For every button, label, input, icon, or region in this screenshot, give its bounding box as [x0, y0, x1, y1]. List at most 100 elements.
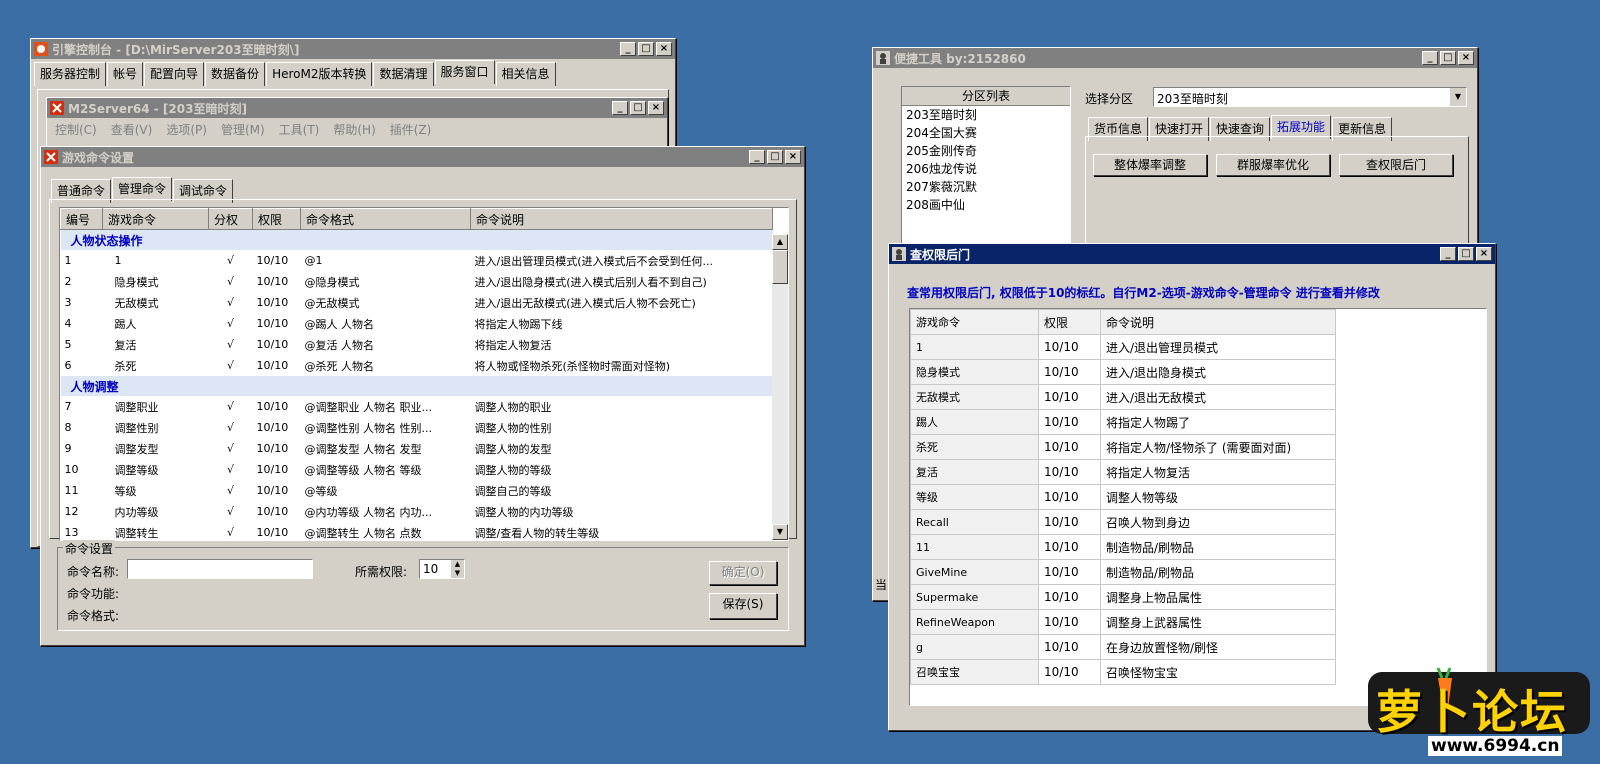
tab-admin-commands[interactable]: 管理命令 — [112, 177, 173, 201]
list-item[interactable]: 208画中仙 — [902, 196, 1070, 214]
table-row[interactable]: 杀死 10/10 将指定人物/怪物杀了 (需要面对面) — [910, 434, 1336, 460]
minimize-icon[interactable]: _ — [612, 101, 628, 115]
command-column-header[interactable]: 命令说明 — [470, 208, 773, 230]
maximize-icon[interactable]: □ — [767, 150, 783, 164]
engine-tab-6[interactable]: 服务窗口 — [434, 60, 495, 84]
engine-tab-0[interactable]: 服务器控制 — [34, 62, 107, 86]
table-row[interactable]: 1 1 √ 10/10 @1 进入/退出管理员模式(进入模式后不会受到任何... — [61, 250, 773, 271]
close-icon[interactable]: × — [656, 42, 672, 56]
table-row[interactable]: 踢人 10/10 将指定人物踢了 — [910, 409, 1336, 435]
maximize-icon[interactable]: □ — [630, 101, 646, 115]
command-cell: 1 — [114, 254, 122, 267]
command-column-header[interactable]: 命令格式 — [300, 208, 471, 230]
minimize-icon[interactable]: _ — [620, 42, 636, 56]
list-item[interactable]: 207紫薇沉默 — [902, 178, 1070, 196]
scroll-thumb[interactable] — [772, 250, 788, 284]
spin-arrows-icon[interactable]: ▲ ▼ — [451, 560, 464, 578]
table-row[interactable]: 13 调整转生 √ 10/10 @调整转生 人物名 点数 调整/查看人物的转生等级 — [61, 522, 773, 540]
list-item[interactable]: 204全国大赛 — [902, 124, 1070, 142]
m2-menu-item-4[interactable]: 工具(T) — [279, 123, 320, 137]
table-row[interactable]: 隐身模式 10/10 进入/退出隐身模式 — [910, 359, 1336, 385]
overall-drop-rate-button[interactable]: 整体爆率调整 — [1093, 154, 1207, 176]
engine-tab-3[interactable]: 数据备份 — [205, 62, 266, 86]
perm-column-header: 命令说明 — [1100, 309, 1336, 335]
close-icon[interactable]: × — [648, 101, 664, 115]
table-row[interactable]: 2 隐身模式 √ 10/10 @隐身模式 进入/退出隐身模式(进入模式后别人看不到自己) — [61, 271, 773, 292]
partition-select[interactable]: 203至暗时刻 ▼ — [1153, 87, 1467, 107]
perm-grid: 游戏命令 权限 命令说明 1 10/10 进入/退出管理员模式 隐身模式 10/10 进入/退出… — [909, 308, 1487, 706]
engine-tab-7[interactable]: 相关信息 — [495, 62, 556, 86]
command-column-header[interactable]: 编号 — [60, 208, 103, 230]
m2-menu-item-1[interactable]: 查看(V) — [111, 123, 153, 137]
table-row[interactable]: 4 踢人 √ 10/10 @踢人 人物名 将指定人物踢下线 — [61, 313, 773, 334]
table-row[interactable]: 等级 10/10 调整人物等级 — [910, 484, 1336, 510]
check-perm-backdoor-button[interactable]: 查权限后门 — [1339, 154, 1453, 176]
list-item[interactable]: 203至暗时刻 — [902, 106, 1070, 124]
scroll-up-icon[interactable]: ▲ — [772, 234, 788, 250]
table-row[interactable]: RefineWeapon 10/10 调整身上武器属性 — [910, 609, 1336, 635]
maximize-icon[interactable]: □ — [638, 42, 654, 56]
table-row[interactable]: Supermake 10/10 调整身上物品属性 — [910, 584, 1336, 610]
m2server-titlebar[interactable]: M2Server64 - [203至暗时刻] _ □ × — [47, 98, 667, 118]
m2-menu-item-2[interactable]: 选项(P) — [166, 123, 207, 137]
table-row[interactable]: 1 10/10 进入/退出管理员模式 — [910, 334, 1336, 360]
confirm-button[interactable]: 确定(O) — [709, 561, 777, 585]
engine-tab-5[interactable]: 数据清理 — [373, 62, 434, 86]
table-row[interactable]: 召唤宝宝 10/10 召唤怪物宝宝 — [910, 659, 1336, 685]
table-row[interactable]: 9 调整发型 √ 10/10 @调整发型 人物名 发型 调整人物的发型 — [61, 438, 773, 459]
m2-menu-item-3[interactable]: 管理(M) — [221, 123, 265, 137]
command-column-header[interactable]: 游戏命令 — [102, 208, 209, 230]
m2-menu-item-5[interactable]: 帮助(H) — [333, 123, 375, 137]
table-row[interactable]: g 10/10 在身边放置怪物/刷怪 — [910, 634, 1336, 660]
table-row[interactable]: 复活 10/10 将指定人物复活 — [910, 459, 1336, 485]
save-button[interactable]: 保存(S) — [709, 593, 777, 619]
command-list-scrollbar[interactable]: ▲ ▼ — [772, 234, 788, 540]
perm-spinner[interactable]: 10 ▲ ▼ — [419, 559, 465, 579]
scroll-down-icon[interactable]: ▼ — [772, 524, 788, 540]
maximize-icon[interactable]: □ — [1458, 247, 1474, 261]
maximize-icon[interactable]: □ — [1440, 51, 1456, 65]
close-icon[interactable]: × — [1458, 51, 1474, 65]
table-row[interactable]: 10 调整等级 √ 10/10 @调整等级 人物名 等级 调整人物的等级 — [61, 459, 773, 480]
command-cell: 10/10 — [256, 421, 289, 434]
command-cell: @复活 人物名 — [304, 338, 375, 352]
table-row[interactable]: 6 杀死 √ 10/10 @杀死 人物名 将人物或怪物杀死(杀怪物时需面对怪物) — [61, 355, 773, 376]
engine-tab-2[interactable]: 配置向导 — [144, 62, 205, 86]
table-row[interactable]: 5 复活 √ 10/10 @复活 人物名 将指定人物复活 — [61, 334, 773, 355]
list-item[interactable]: 205金刚传奇 — [902, 142, 1070, 160]
table-row[interactable]: 11 10/10 制造物品/刷物品 — [910, 534, 1336, 560]
engine-tab-1[interactable]: 帐号 — [107, 62, 144, 86]
perm-cell: 将指定人物踢了 — [1100, 409, 1336, 435]
table-row[interactable]: 12 内功等级 √ 10/10 @内功等级 人物名 内功... 调整人物的内功等级 — [61, 501, 773, 522]
m2-menu-item-0[interactable]: 控制(C) — [55, 123, 97, 137]
command-column-header[interactable]: 分权 — [208, 208, 253, 230]
m2-menu-item-6[interactable]: 插件(Z) — [390, 123, 432, 137]
game-command-titlebar[interactable]: 游戏命令设置 _ □ × — [41, 147, 804, 167]
perm-cell: 进入/退出无敌模式 — [1100, 384, 1336, 410]
table-row[interactable]: 7 调整职业 √ 10/10 @调整职业 人物名 职业... 调整人物的职业 — [61, 396, 773, 417]
table-row[interactable]: GiveMine 10/10 制造物品/刷物品 — [910, 559, 1336, 585]
cmd-name-input[interactable] — [127, 559, 313, 579]
minimize-icon[interactable]: _ — [749, 150, 765, 164]
chevron-down-icon[interactable]: ▼ — [1450, 88, 1466, 106]
minimize-icon[interactable]: _ — [1422, 51, 1438, 65]
table-row[interactable]: 无敌模式 10/10 进入/退出无敌模式 — [910, 384, 1336, 410]
table-row[interactable]: 11 等级 √ 10/10 @等级 调整自己的等级 — [61, 480, 773, 501]
close-icon[interactable]: × — [785, 150, 801, 164]
command-column-header[interactable]: 权限 — [252, 208, 301, 230]
perm-cell: 10/10 — [1038, 509, 1101, 535]
command-cell: 10/10 — [256, 296, 289, 309]
close-icon[interactable]: × — [1476, 247, 1492, 261]
list-item[interactable]: 206烛龙传说 — [902, 160, 1070, 178]
engine-console-titlebar[interactable]: 引擎控制台 - [D:\MirServer203至暗时刻\] _ □ × — [31, 39, 675, 59]
engine-tab-4[interactable]: HeroM2版本转换 — [266, 62, 373, 86]
command-cell: √ — [226, 463, 234, 476]
minimize-icon[interactable]: _ — [1440, 247, 1456, 261]
group-drop-rate-button[interactable]: 群服爆率优化 — [1216, 154, 1330, 176]
table-row[interactable]: 3 无敌模式 √ 10/10 @无敌模式 进入/退出无敌模式(进入模式后人物不会死亡) — [61, 292, 773, 313]
perm-backdoor-titlebar[interactable]: 查权限后门 _ □ × — [889, 244, 1495, 264]
command-cell: @内功等级 人物名 内功... — [304, 505, 432, 519]
table-row[interactable]: Recall 10/10 召唤人物到身边 — [910, 509, 1336, 535]
quick-tool-titlebar[interactable]: 便捷工具 by:2152860 _ □ × — [873, 48, 1477, 68]
table-row[interactable]: 8 调整性别 √ 10/10 @调整性别 人物名 性别... 调整人物的性别 — [61, 417, 773, 438]
